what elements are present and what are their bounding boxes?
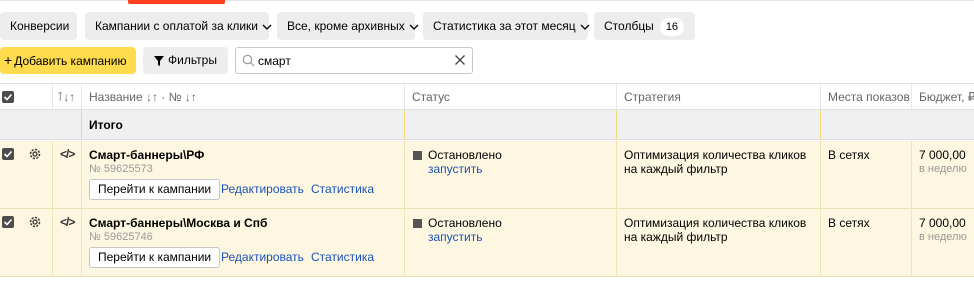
total-label: Итого: [89, 118, 123, 132]
active-tab-underline: [128, 0, 225, 4]
go-to-campaign-button[interactable]: Перейти к кампании: [89, 179, 221, 200]
campaign-number: № 59625573: [89, 163, 153, 175]
chevron-down-icon: [262, 24, 272, 30]
plus-icon: +: [4, 52, 13, 68]
gear-icon[interactable]: [28, 147, 42, 161]
chip-columns[interactable]: Столбцы 16: [594, 12, 695, 40]
budget-period: в неделю: [919, 163, 967, 175]
header-name[interactable]: Название ↓↑ · № ↓↑: [89, 84, 197, 110]
row-checkbox[interactable]: [2, 216, 14, 228]
campaign-name[interactable]: Смарт-баннеры\РФ: [89, 148, 204, 162]
search-input[interactable]: [258, 52, 448, 70]
table-row: </> Смарт-баннеры\Москва и Спб № 5962574…: [0, 209, 974, 277]
campaigns-table: ⊺↓↑ Название ↓↑ · № ↓↑ Статус Стратегия …: [0, 83, 974, 300]
columns-count-badge: 16: [659, 17, 685, 36]
budget-value: 7 000,00: [919, 216, 966, 230]
code-icon[interactable]: </>: [60, 215, 75, 229]
header-status[interactable]: Статус: [412, 84, 450, 110]
total-strategy-cell: [616, 110, 821, 140]
chip-stats-period[interactable]: Статистика за этот месяц: [423, 12, 590, 40]
start-link[interactable]: запустить: [428, 162, 483, 176]
search-box: [235, 47, 473, 74]
chevron-down-icon: [409, 24, 419, 30]
add-campaign-button[interactable]: + Добавить кампанию: [0, 47, 136, 74]
filter-icon: [154, 55, 164, 66]
edit-link[interactable]: Редактировать: [221, 250, 304, 264]
code-icon[interactable]: </>: [60, 147, 75, 161]
header-budget[interactable]: Бюджет, ₽: [919, 84, 974, 110]
close-icon[interactable]: [454, 54, 466, 66]
header-strategy[interactable]: Стратегия: [624, 84, 681, 110]
budget-value: 7 000,00: [919, 148, 966, 162]
campaign-name[interactable]: Смарт-баннеры\Москва и Спб: [89, 216, 267, 230]
statistics-link[interactable]: Статистика: [311, 250, 374, 264]
top-tab-indicator: [0, 0, 974, 4]
budget-period: в неделю: [919, 231, 967, 243]
statistics-link[interactable]: Статистика: [311, 182, 374, 196]
campaign-number: № 59625746: [89, 231, 153, 243]
filter-chips-bar: Конверсии Кампании с оплатой за клики Вс…: [0, 12, 974, 40]
strategy-text: Оптимизация количества кликов на каждый …: [624, 148, 807, 176]
actions-bar: + Добавить кампанию Фильтры: [0, 47, 974, 75]
places-text: В сетях: [828, 216, 870, 230]
total-row: Итого: [0, 110, 974, 140]
filters-button[interactable]: Фильтры: [143, 47, 228, 74]
total-name-cell: [81, 110, 405, 140]
sort-icon[interactable]: ⊺↓↑: [57, 84, 75, 110]
table-row: </> Смарт-баннеры\РФ № 59625573 Перейти …: [0, 141, 974, 209]
start-link[interactable]: запустить: [428, 230, 483, 244]
places-text: В сетях: [828, 148, 870, 162]
row-checkbox[interactable]: [2, 148, 14, 160]
header-places[interactable]: Места показов: [828, 84, 910, 110]
search-icon: [242, 54, 255, 67]
status-stopped-icon: [413, 151, 422, 160]
chip-conversions[interactable]: Конверсии: [0, 12, 77, 40]
strategy-text: Оптимизация количества кликов на каждый …: [624, 216, 807, 244]
select-all-checkbox[interactable]: [2, 91, 14, 103]
status-stopped-icon: [413, 219, 422, 228]
chevron-down-icon: [580, 24, 590, 30]
chip-campaign-type[interactable]: Кампании с оплатой за клики: [85, 12, 272, 40]
status-text: Остановлено: [428, 148, 502, 162]
chip-archive-filter[interactable]: Все, кроме архивных: [277, 12, 419, 40]
edit-link[interactable]: Редактировать: [221, 182, 304, 196]
status-text: Остановлено: [428, 216, 502, 230]
table-header: ⊺↓↑ Название ↓↑ · № ↓↑ Статус Стратегия …: [0, 83, 974, 110]
go-to-campaign-button[interactable]: Перейти к кампании: [89, 247, 221, 268]
gear-icon[interactable]: [28, 215, 42, 229]
